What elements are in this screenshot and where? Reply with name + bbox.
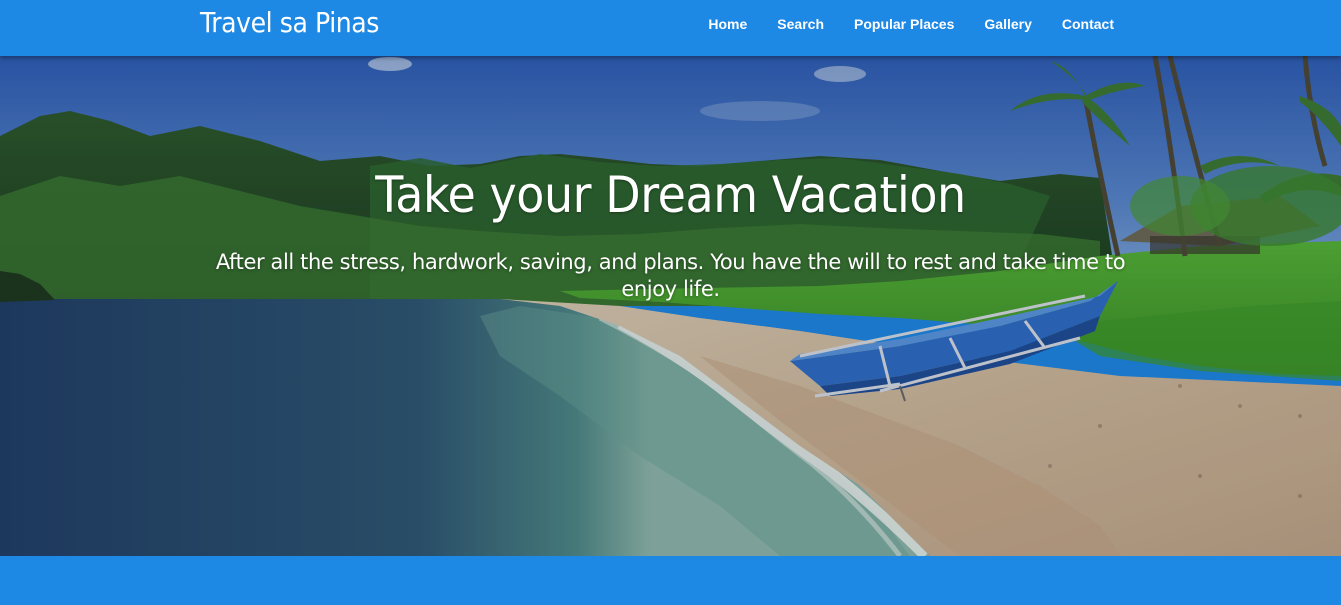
nav-link-popular-places[interactable]: Popular Places — [839, 16, 969, 32]
hero-overlay — [0, 56, 1341, 556]
hero-title: Take your Dream Vacation — [375, 166, 966, 224]
nav-link-home[interactable]: Home — [693, 16, 762, 32]
nav-link-contact[interactable]: Contact — [1047, 16, 1129, 32]
hero-banner: Take your Dream Vacation After all the s… — [0, 56, 1341, 556]
nav-menu: Home Search Popular Places Gallery Conta… — [693, 0, 1129, 48]
top-navbar: Travel sa Pinas Home Search Popular Plac… — [0, 0, 1341, 56]
site-brand[interactable]: Travel sa Pinas — [200, 6, 379, 39]
nav-link-search[interactable]: Search — [762, 16, 839, 32]
hero-subtitle: After all the stress, hardwork, saving, … — [215, 250, 1126, 301]
section-band — [0, 556, 1341, 605]
nav-link-gallery[interactable]: Gallery — [969, 16, 1046, 32]
